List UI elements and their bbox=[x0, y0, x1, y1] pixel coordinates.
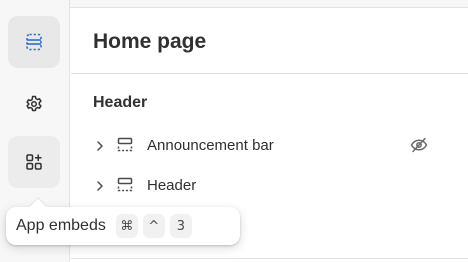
section-icon bbox=[116, 176, 134, 194]
theme-editor: Home page Header Announcement bar Header… bbox=[0, 0, 468, 262]
tree-row-header[interactable]: Header bbox=[71, 172, 468, 198]
keyboard-key-command: ⌘ bbox=[115, 214, 138, 238]
section-icon bbox=[116, 136, 134, 154]
top-bar bbox=[70, 0, 468, 8]
page-title[interactable]: Home page bbox=[93, 30, 206, 54]
tree-row-announcement-bar[interactable]: Announcement bar bbox=[71, 132, 468, 158]
tooltip-app-embeds: App embeds ⌘ ^ 3 bbox=[6, 207, 240, 245]
tree-row-label: Announcement bar bbox=[147, 136, 274, 154]
keyboard-key-3: 3 bbox=[169, 214, 192, 238]
section-group-title: Header bbox=[93, 94, 148, 111]
app-blocks-icon bbox=[24, 152, 44, 172]
sections-icon bbox=[24, 32, 44, 52]
rail-button-app-embeds[interactable] bbox=[8, 136, 60, 188]
eye-off-icon[interactable] bbox=[409, 135, 429, 155]
tooltip-label: App embeds bbox=[16, 217, 106, 234]
rail-button-sections[interactable] bbox=[8, 16, 60, 68]
gear-icon bbox=[24, 94, 44, 114]
keyboard-key-control: ^ bbox=[142, 214, 165, 238]
rail-button-settings[interactable] bbox=[8, 78, 60, 130]
tree-row-label: Header bbox=[147, 176, 197, 194]
divider bbox=[71, 258, 468, 259]
divider bbox=[71, 73, 468, 74]
chevron-right-icon[interactable] bbox=[95, 179, 105, 191]
chevron-right-icon[interactable] bbox=[95, 139, 105, 151]
